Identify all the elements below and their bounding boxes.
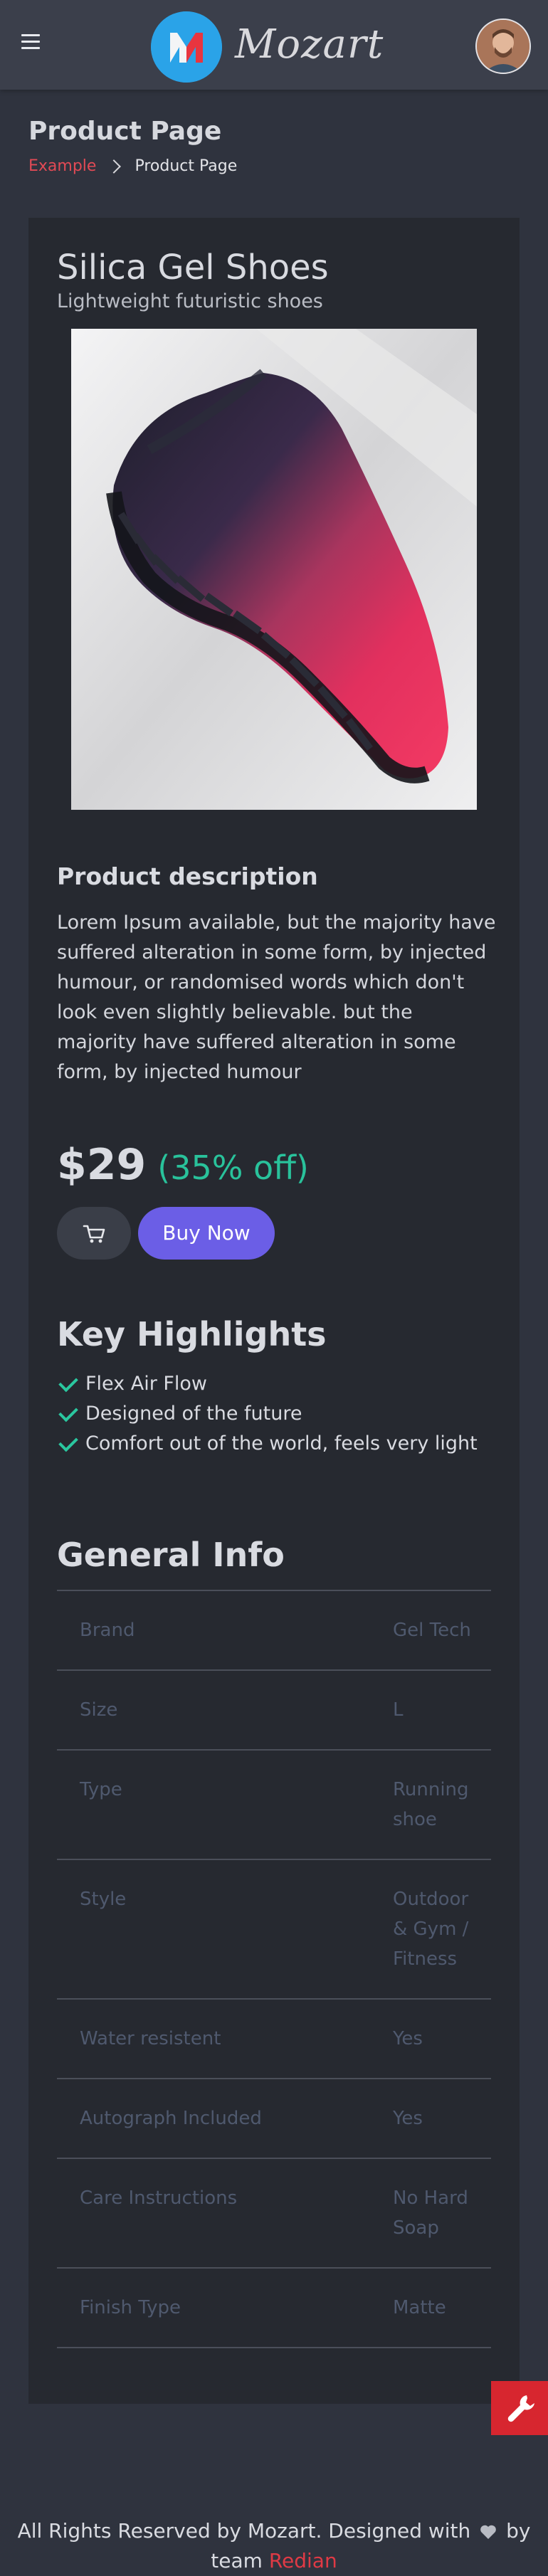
logo-mark-icon: M: [151, 11, 222, 83]
table-row: Type Running shoe: [57, 1751, 491, 1860]
footer-text: All Rights Reserved by Mozart. Designed …: [17, 2519, 471, 2543]
highlight-item: Designed of the future: [57, 1399, 478, 1429]
info-key: Care Instructions: [80, 2187, 238, 2209]
table-row: Brand Gel Tech: [57, 1591, 491, 1671]
breadcrumb-current: Product Page: [135, 157, 238, 175]
description-heading: Product description: [57, 862, 318, 890]
breadcrumb-link-example[interactable]: Example: [28, 157, 96, 175]
info-key: Water resistent: [80, 2028, 221, 2049]
discount-label: (35% off): [157, 1149, 309, 1187]
info-key: Size: [80, 1699, 118, 1721]
footer-team-link[interactable]: Redian: [269, 2549, 337, 2572]
general-info-table: Brand Gel Tech Size L Type Running shoe …: [57, 1590, 491, 2348]
price-row: $29 (35% off): [57, 1140, 309, 1190]
table-row: Style Outdoor & Gym / Fitness: [57, 1860, 491, 2000]
product-description: Lorem Ipsum available, but the majority …: [57, 912, 496, 1083]
highlight-item: Comfort out of the world, feels very lig…: [57, 1429, 478, 1459]
top-navbar: M Mozart: [0, 0, 548, 90]
hamburger-menu-icon[interactable]: [21, 34, 40, 50]
table-row: Size L: [57, 1671, 491, 1751]
highlight-item: Flex Air Flow: [57, 1369, 478, 1399]
cart-icon: [83, 1225, 105, 1243]
check-icon: [58, 1372, 78, 1392]
brand-logo[interactable]: M Mozart: [151, 11, 383, 83]
table-row: Autograph Included Yes: [57, 2079, 491, 2159]
highlights-heading: Key Highlights: [57, 1315, 327, 1353]
check-icon: [58, 1402, 78, 1422]
heart-icon: [480, 2525, 496, 2539]
info-value: No Hard Soap: [393, 2187, 468, 2239]
brand-wordmark: Mozart: [235, 21, 384, 68]
chevron-right-icon: [107, 159, 122, 174]
info-key: Type: [80, 1779, 122, 1800]
general-info-heading: General Info: [57, 1536, 285, 1574]
info-key: Finish Type: [80, 2297, 181, 2318]
customizer-button[interactable]: [491, 2381, 548, 2435]
highlights-list: Flex Air Flow Designed of the future Com…: [57, 1369, 478, 1459]
info-value: Matte: [393, 2297, 446, 2318]
buy-now-button[interactable]: Buy Now: [138, 1207, 275, 1260]
user-avatar[interactable]: [475, 19, 531, 74]
info-key: Autograph Included: [80, 2108, 262, 2129]
info-value: L: [393, 1699, 404, 1721]
info-value: Yes: [393, 2108, 423, 2129]
breadcrumb: Example Product Page: [28, 157, 237, 175]
info-value: Outdoor & Gym / Fitness: [393, 1889, 469, 1970]
product-image: [71, 329, 477, 810]
wrench-icon: [507, 2395, 534, 2422]
product-card: Silica Gel Shoes Lightweight futuristic …: [28, 218, 520, 2404]
table-row: Care Instructions No Hard Soap: [57, 2159, 491, 2269]
add-to-cart-button[interactable]: [57, 1207, 131, 1260]
page-title: Product Page: [28, 117, 222, 146]
table-row: Water resistent Yes: [57, 2000, 491, 2079]
info-value: Gel Tech: [393, 1620, 471, 1641]
footer: All Rights Reserved by Mozart. Designed …: [0, 2516, 548, 2576]
check-icon: [58, 1432, 78, 1452]
info-key: Brand: [80, 1620, 135, 1641]
product-title: Silica Gel Shoes: [57, 248, 329, 287]
table-row: Finish Type Matte: [57, 2269, 491, 2348]
info-value: Running shoe: [393, 1779, 469, 1830]
info-key: Style: [80, 1889, 127, 1910]
product-subtitle: Lightweight futuristic shoes: [57, 290, 323, 312]
product-price: $29: [57, 1140, 147, 1190]
info-value: Yes: [393, 2028, 423, 2049]
